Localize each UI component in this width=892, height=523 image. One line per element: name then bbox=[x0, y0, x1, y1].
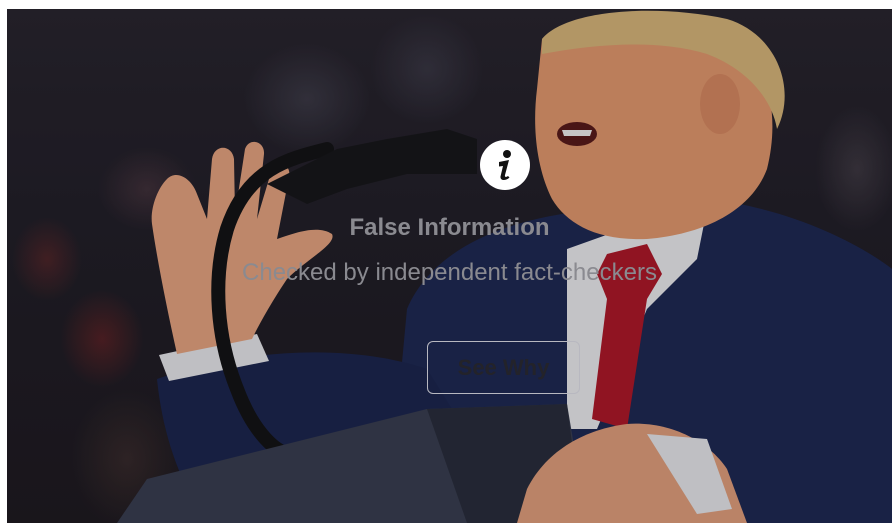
notice-title: False Information bbox=[349, 214, 550, 241]
info-icon bbox=[480, 140, 530, 190]
see-why-button[interactable]: See Why bbox=[427, 341, 580, 394]
notice-subtitle: Checked by independent fact-checkers bbox=[242, 259, 657, 286]
post-media: False Information Checked by independent… bbox=[7, 9, 892, 523]
info-glyph bbox=[499, 150, 511, 181]
false-info-notice: False Information Checked by independent… bbox=[7, 9, 892, 523]
